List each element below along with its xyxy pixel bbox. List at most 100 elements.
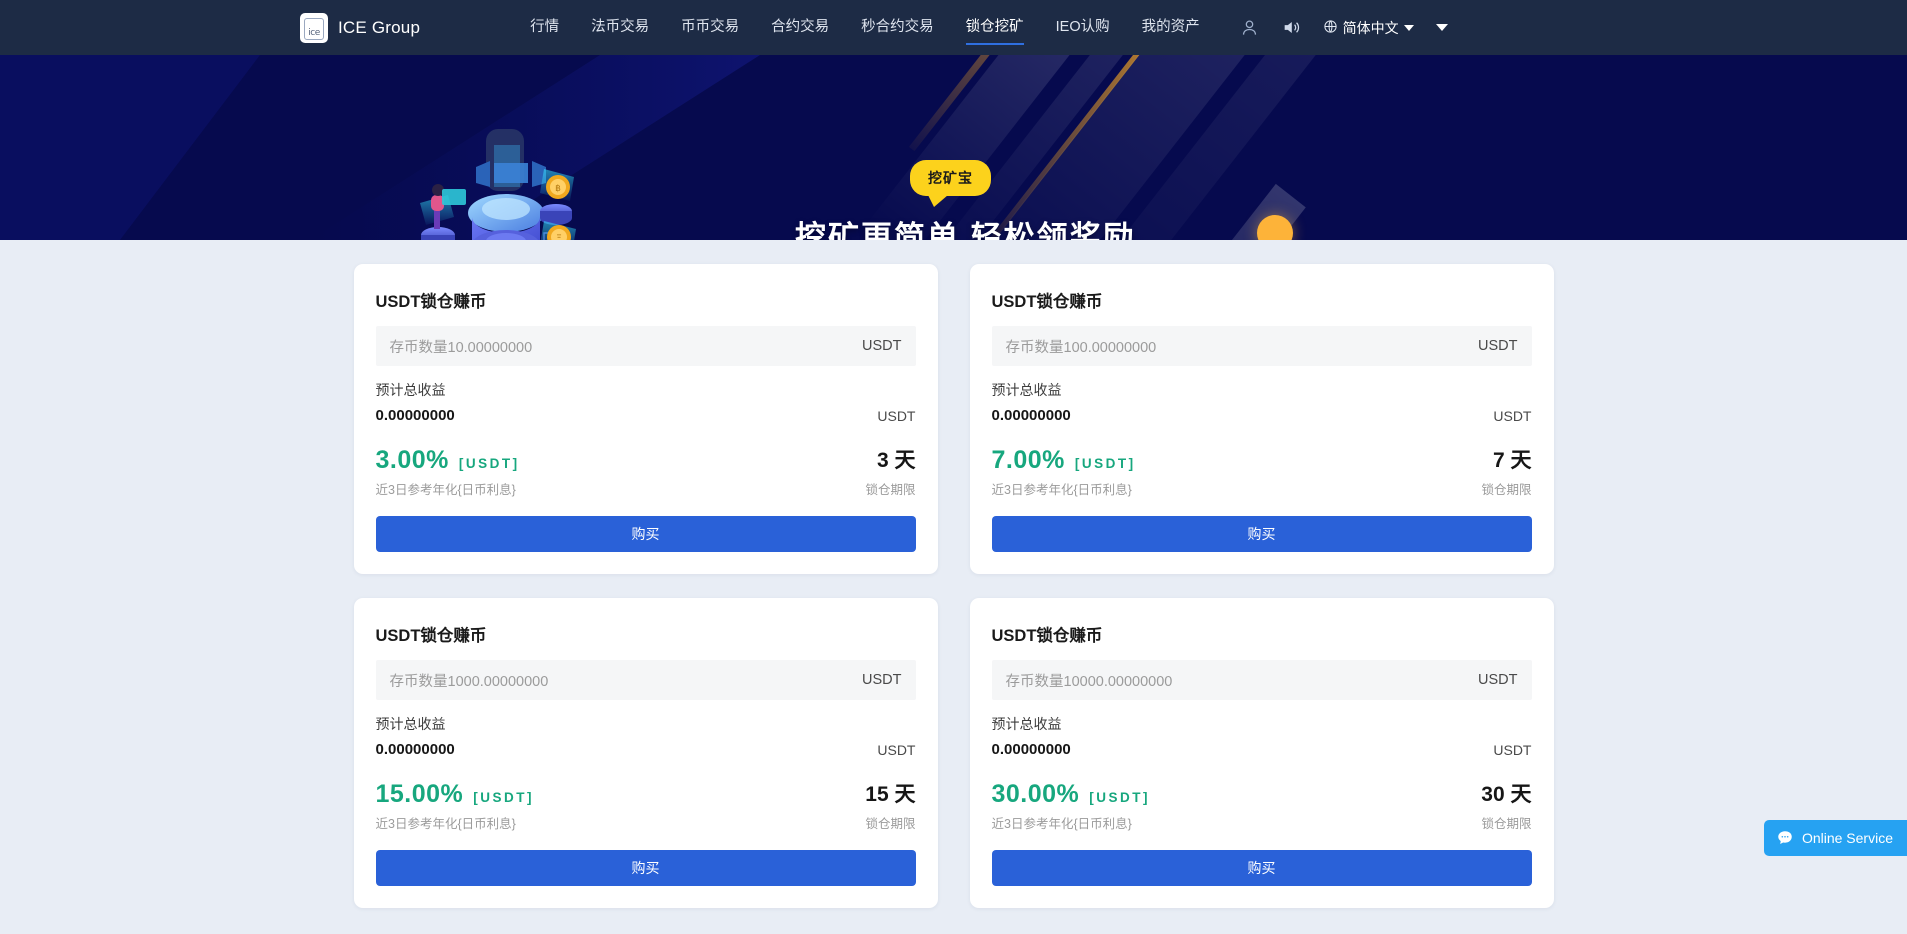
ice-logo-icon: ice xyxy=(300,12,328,43)
product-card: USDT锁仓赚币 存币数量1000.00000000 USDT 预计总收益 0.… xyxy=(353,598,938,908)
deposit-amount-unit: USDT xyxy=(1478,338,1518,354)
estimated-return-unit: USDT xyxy=(877,407,916,424)
apy-value: 7.00% xyxy=(991,446,1065,474)
estimated-return-label: 预计总收益 xyxy=(375,382,446,398)
buy-button[interactable]: 购买 xyxy=(375,850,916,886)
deposit-amount-unit: USDT xyxy=(862,672,902,688)
nav-item-ieo[interactable]: IEO认购 xyxy=(1056,0,1110,55)
apy-line: 30.00% [USDT] xyxy=(992,780,1151,809)
rate-term-row: 15.00% [USDT] 近3日参考年化{日币利息} 15 天 锁仓期限 xyxy=(376,778,916,832)
nav-item-coin-trading[interactable]: 币币交易 xyxy=(681,0,739,55)
estimated-return-value: 0.00000000 xyxy=(375,407,455,424)
apy-coin: [USDT] xyxy=(1074,456,1136,471)
banner-background: ฿ ฿ Ξ 挖矿宝 挖矿更简单 轻松领奖励 xyxy=(0,55,1907,240)
svg-text:฿: ฿ xyxy=(555,184,561,194)
header-actions: 简体中文 xyxy=(1240,18,1448,38)
chevron-down-icon-secondary[interactable] xyxy=(1435,24,1448,31)
estimated-return-value: 0.00000000 xyxy=(991,741,1071,758)
apy-coin: [USDT] xyxy=(1089,790,1151,805)
apy-value: 3.00% xyxy=(375,446,449,474)
user-icon[interactable] xyxy=(1240,18,1259,37)
estimated-return-value: 0.00000000 xyxy=(991,407,1071,424)
rate-block: 15.00% [USDT] 近3日参考年化{日币利息} xyxy=(376,780,535,832)
top-header: ice ICE Group 行情 法币交易 币币交易 合约交易 秒合约交易 锁仓… xyxy=(0,0,1907,55)
lock-days-label: 锁仓期限 xyxy=(1481,483,1532,497)
buy-button[interactable]: 购买 xyxy=(991,850,1532,886)
lock-days-label: 锁仓期限 xyxy=(1481,817,1532,831)
term-block: 7 天 锁仓期限 xyxy=(1481,444,1531,498)
svg-text:Ξ: Ξ xyxy=(556,234,562,240)
deposit-amount-input[interactable]: 存币数量1000.00000000 USDT xyxy=(375,660,916,700)
sound-icon[interactable] xyxy=(1281,18,1301,37)
brand-logo-group[interactable]: ice ICE Group xyxy=(300,12,420,43)
deposit-amount-input[interactable]: 存币数量10000.00000000 USDT xyxy=(991,660,1532,700)
estimated-return-label: 预计总收益 xyxy=(991,382,1062,398)
nav-item-lock-mining[interactable]: 锁仓挖矿 xyxy=(965,0,1024,55)
estimated-return-label: 预计总收益 xyxy=(375,716,446,732)
apy-subtext: 近3日参考年化{日币利息} xyxy=(375,817,516,831)
estimated-return-unit: USDT xyxy=(1493,407,1532,424)
promo-banner: ฿ ฿ Ξ 挖矿宝 挖矿更简单 轻松领奖励 xyxy=(0,55,1907,240)
buy-button[interactable]: 购买 xyxy=(991,516,1532,552)
deposit-amount-placeholder: 存币数量100.00000000 xyxy=(1005,339,1157,356)
rate-block: 30.00% [USDT] 近3日参考年化{日币利息} xyxy=(992,780,1151,832)
card-title: USDT锁仓赚币 xyxy=(991,627,1103,645)
product-card: USDT锁仓赚币 存币数量10.00000000 USDT 预计总收益 0.00… xyxy=(353,264,938,574)
estimated-return-value: 0.00000000 xyxy=(375,741,455,758)
lock-days: 30 天 xyxy=(1481,783,1532,806)
nav-item-my-assets[interactable]: 我的资产 xyxy=(1142,0,1200,55)
chevron-down-icon xyxy=(1403,24,1414,31)
nav-item-second-contract[interactable]: 秒合约交易 xyxy=(861,0,934,55)
apy-subtext: 近3日参考年化{日币利息} xyxy=(375,483,516,497)
deposit-amount-placeholder: 存币数量1000.00000000 xyxy=(389,673,549,690)
chat-bubble-icon xyxy=(1776,829,1794,847)
online-service-button[interactable]: Online Service xyxy=(1763,820,1907,856)
apy-coin: [USDT] xyxy=(458,456,520,471)
estimated-return-row: 0.00000000 USDT xyxy=(992,741,1532,758)
product-card: USDT锁仓赚币 存币数量10000.00000000 USDT 预计总收益 0… xyxy=(969,598,1554,908)
estimated-return-unit: USDT xyxy=(877,741,916,758)
lock-days: 3 天 xyxy=(876,449,916,472)
estimated-return-unit: USDT xyxy=(1493,741,1532,758)
deposit-amount-unit: USDT xyxy=(1478,672,1518,688)
card-title: USDT锁仓赚币 xyxy=(375,627,487,645)
nav-item-market[interactable]: 行情 xyxy=(530,0,559,55)
deposit-amount-input[interactable]: 存币数量100.00000000 USDT xyxy=(991,326,1532,366)
nav-item-fiat-trading[interactable]: 法币交易 xyxy=(591,0,649,55)
ice-logo-text: ice xyxy=(304,17,324,40)
language-selector[interactable]: 简体中文 xyxy=(1323,18,1414,38)
deposit-amount-input[interactable]: 存币数量10.00000000 USDT xyxy=(375,326,916,366)
online-service-label: Online Service xyxy=(1801,830,1893,846)
term-block: 3 天 锁仓期限 xyxy=(865,444,915,498)
mining-illustration: ฿ ฿ Ξ xyxy=(420,129,576,240)
nav-item-contract-trading[interactable]: 合约交易 xyxy=(771,0,829,55)
lock-days-label: 锁仓期限 xyxy=(865,483,916,497)
rate-term-row: 3.00% [USDT] 近3日参考年化{日币利息} 3 天 锁仓期限 xyxy=(376,444,916,498)
card-title: USDT锁仓赚币 xyxy=(991,293,1103,311)
main-nav: 行情 法币交易 币币交易 合约交易 秒合约交易 锁仓挖矿 IEO认购 我的资产 xyxy=(530,0,1200,55)
lock-days-label: 锁仓期限 xyxy=(865,817,916,831)
banner-title: 挖矿更简单 轻松领奖励 xyxy=(795,220,1136,240)
apy-subtext: 近3日参考年化{日币利息} xyxy=(991,817,1132,831)
estimated-return-row: 0.00000000 USDT xyxy=(992,407,1532,424)
deposit-amount-placeholder: 存币数量10000.00000000 xyxy=(1005,673,1173,690)
estimated-return-row: 0.00000000 USDT xyxy=(376,741,916,758)
card-title: USDT锁仓赚币 xyxy=(375,293,487,311)
estimated-return-label: 预计总收益 xyxy=(991,716,1062,732)
rate-term-row: 7.00% [USDT] 近3日参考年化{日币利息} 7 天 锁仓期限 xyxy=(992,444,1532,498)
deposit-amount-unit: USDT xyxy=(862,338,902,354)
lock-days: 15 天 xyxy=(865,783,916,806)
rate-block: 7.00% [USDT] 近3日参考年化{日币利息} xyxy=(992,446,1136,498)
apy-line: 7.00% [USDT] xyxy=(992,446,1136,475)
apy-line: 15.00% [USDT] xyxy=(376,780,535,809)
buy-button[interactable]: 购买 xyxy=(375,516,916,552)
globe-icon xyxy=(1323,19,1338,37)
rate-block: 3.00% [USDT] 近3日参考年化{日币利息} xyxy=(376,446,520,498)
banner-badge: 挖矿宝 xyxy=(910,160,991,207)
deposit-amount-placeholder: 存币数量10.00000000 xyxy=(389,339,533,356)
main-content: USDT锁仓赚币 存币数量10.00000000 USDT 预计总收益 0.00… xyxy=(0,240,1907,908)
product-card: USDT锁仓赚币 存币数量100.00000000 USDT 预计总收益 0.0… xyxy=(969,264,1554,574)
term-block: 15 天 锁仓期限 xyxy=(865,778,915,832)
term-block: 30 天 锁仓期限 xyxy=(1481,778,1531,832)
product-card-grid: USDT锁仓赚币 存币数量10.00000000 USDT 预计总收益 0.00… xyxy=(353,264,1554,908)
